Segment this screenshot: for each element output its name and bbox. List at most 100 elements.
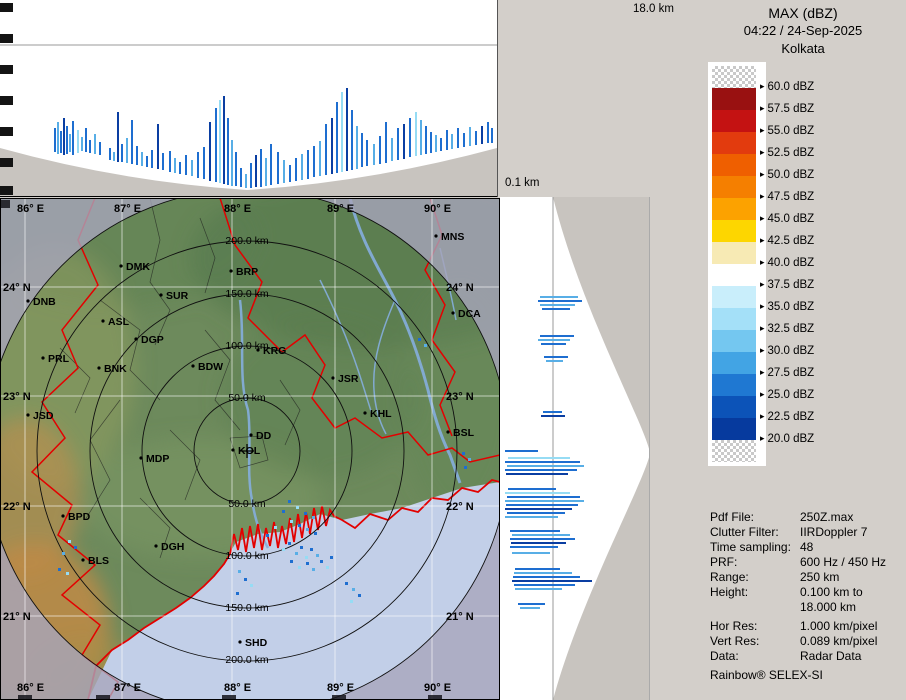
echo-side-bar — [512, 534, 570, 536]
city-marker-dot — [331, 376, 335, 380]
legend-arrow-icon: ▸ — [760, 367, 765, 377]
metadata-value: 250 km — [800, 570, 840, 584]
echo-top-bar — [446, 130, 448, 150]
echo-top-bar — [69, 134, 71, 152]
height-tick-label — [0, 96, 13, 105]
metadata-value: 0.100 km to — [800, 585, 863, 599]
echo-top-bar — [174, 158, 176, 173]
radar-echo-pixel — [424, 344, 427, 347]
legend-swatch — [712, 264, 756, 286]
radar-echo-pixel — [244, 578, 247, 581]
city-marker-dot — [41, 356, 45, 360]
echo-side-bar — [518, 603, 545, 605]
echo-top-bar — [430, 132, 432, 153]
echo-side-bar — [514, 584, 575, 586]
city-marker-dot — [139, 456, 143, 460]
city-label-bpd: BPD — [68, 511, 91, 523]
legend-arrow-icon: ▸ — [760, 279, 765, 289]
metadata-key — [710, 600, 800, 615]
city-marker-dot — [61, 514, 65, 518]
echo-top-bar — [146, 156, 148, 167]
echo-top-bar — [385, 122, 387, 163]
height-tick-label — [0, 186, 13, 195]
legend-dbz-label: ▸ 45.0 dBZ — [760, 213, 814, 225]
echo-top-bar — [99, 142, 101, 155]
echo-side-bar — [512, 580, 592, 582]
echo-top-bar — [117, 112, 119, 162]
echo-top-bar — [66, 126, 68, 154]
echo-side-bar — [541, 415, 565, 417]
radar-echo-pixel — [330, 556, 333, 559]
echo-top-bar — [63, 118, 65, 155]
echo-top-bar — [397, 128, 399, 160]
radar-echo-pixel — [345, 582, 348, 585]
echo-top-bar — [215, 108, 217, 182]
echo-top-bar — [121, 144, 123, 162]
metadata-key: Time sampling: — [710, 540, 791, 554]
legend-dbz-value: 50.0 dBZ — [767, 169, 815, 181]
legend-swatch — [712, 110, 756, 132]
legend-swatch — [712, 220, 756, 242]
echo-top-bar — [475, 131, 477, 145]
city-label-mdp: MDP — [146, 453, 169, 465]
echo-top-bar — [265, 158, 267, 186]
echo-side-bar — [546, 360, 563, 362]
legend-dbz-value: 47.5 dBZ — [767, 191, 815, 203]
metadata-key: Data: — [710, 649, 739, 663]
echo-top-bar — [94, 134, 96, 154]
radar-echo-pixel — [326, 566, 329, 569]
echo-top-bar — [481, 126, 483, 144]
radar-echo-pixel — [296, 506, 299, 509]
echo-top-bar — [231, 140, 233, 186]
echo-side-bar — [508, 457, 570, 459]
legend-swatch — [712, 352, 756, 374]
echo-top-bar — [151, 150, 153, 168]
latitude-label-left: 22° N — [3, 501, 31, 513]
city-label-bsl: BSL — [453, 427, 475, 439]
legend-swatch — [712, 176, 756, 198]
radar-echo-pixel — [282, 510, 285, 513]
timestamp: 04:22 / 24-Sep-2025 — [743, 23, 863, 38]
echo-top-bar — [57, 122, 59, 154]
city-label-mns: MNS — [441, 231, 464, 243]
city-label-bnk: BNK — [104, 363, 127, 375]
echo-top-bar — [131, 120, 133, 164]
metadata-key: PRF: — [710, 555, 738, 569]
echo-top-bar — [270, 144, 272, 185]
echo-side-bar — [505, 508, 572, 510]
radar-echo-pixel — [306, 562, 309, 565]
echo-top-bar — [491, 128, 493, 143]
echo-top-bar — [283, 160, 285, 183]
echo-top-bar — [463, 133, 465, 147]
city-label-dgp: DGP — [141, 334, 164, 346]
city-marker-dot — [363, 411, 367, 415]
echo-side-bar — [510, 538, 575, 540]
echo-top-bar — [223, 96, 225, 184]
metadata-row: Vert Res: 0.089 km/pixel — [710, 634, 905, 649]
radar-display-window: 18.0 km 0.1 km 86° E 86° E 87° E 87° E 8… — [0, 0, 906, 700]
legend-swatch — [712, 440, 756, 462]
legend-arrow-icon: ▸ — [760, 323, 765, 333]
legend-arrow-icon: ▸ — [760, 345, 765, 355]
echo-top-bar — [126, 138, 128, 163]
metadata-value: 18.000 km — [800, 600, 857, 614]
right-cross-section-canvas — [500, 197, 650, 700]
echo-top-bar — [60, 131, 62, 153]
echo-side-bar — [505, 450, 538, 452]
echo-top-bar — [409, 118, 411, 157]
legend-dbz-value: 22.5 dBZ — [767, 411, 815, 423]
echo-top-bar — [260, 149, 262, 187]
legend-dbz-value: 42.5 dBZ — [767, 235, 815, 247]
echo-side-bar — [515, 588, 562, 590]
legend-dbz-value: 45.0 dBZ — [767, 213, 815, 225]
metadata-value: 0.089 km/pixel — [800, 634, 878, 648]
axis-min-height-label: 0.1 km — [505, 177, 540, 189]
city-marker-dot — [159, 293, 163, 297]
city-marker-dot — [434, 234, 438, 238]
radar-echo-pixel — [316, 554, 319, 557]
latitude-label-left: 21° N — [3, 611, 31, 623]
city-marker-dot — [256, 348, 260, 352]
echo-top-bar — [391, 138, 393, 161]
legend-arrow-icon: ▸ — [760, 389, 765, 399]
legend-arrow-icon: ▸ — [760, 235, 765, 245]
